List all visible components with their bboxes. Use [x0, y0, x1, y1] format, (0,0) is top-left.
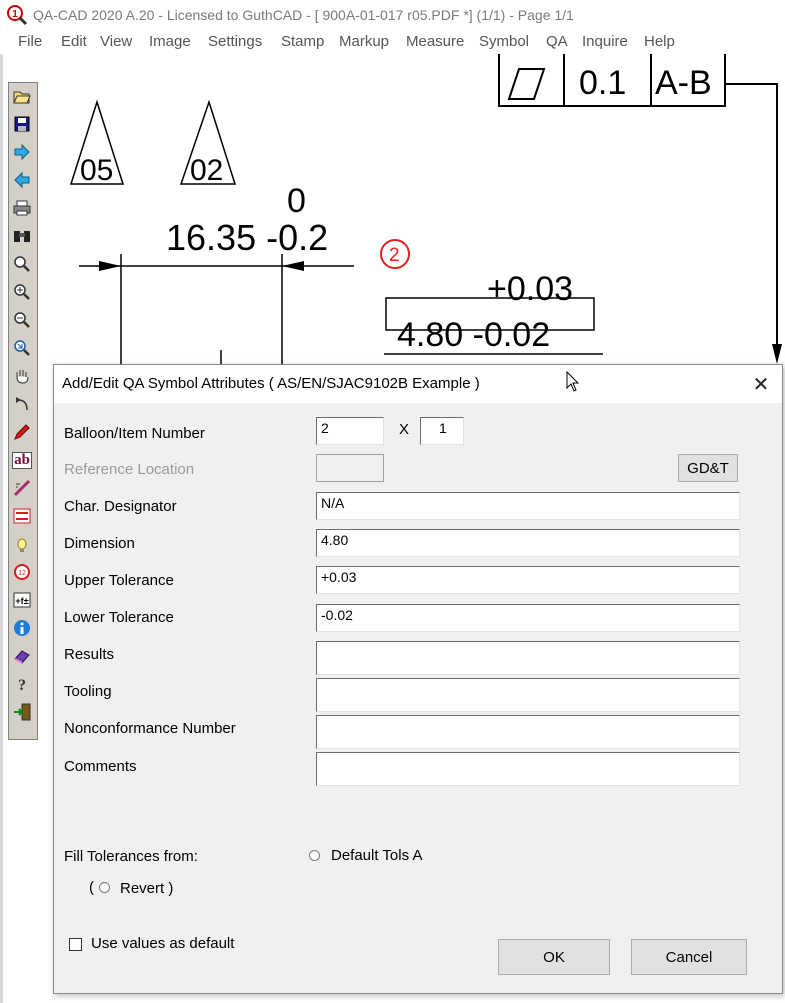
- flatness-symbol: [507, 68, 546, 100]
- tolerance-icon[interactable]: +f±: [11, 589, 33, 611]
- revert-radio[interactable]: [99, 882, 110, 893]
- zoom-icon[interactable]: [11, 253, 33, 275]
- info-icon[interactable]: [11, 617, 33, 639]
- char-designator-label: Char. Designator: [64, 498, 177, 515]
- menu-markup[interactable]: Markup: [339, 33, 389, 50]
- svg-text:1: 1: [12, 9, 18, 20]
- print-icon[interactable]: [11, 197, 33, 219]
- menu-symbol[interactable]: Symbol: [479, 33, 529, 50]
- default-tols-radio[interactable]: [309, 850, 320, 861]
- svg-text:?: ?: [18, 677, 26, 693]
- fcf-datum: A-B: [655, 64, 712, 102]
- cancel-button[interactable]: Cancel: [631, 939, 747, 975]
- revert-label: Revert ): [120, 880, 174, 897]
- pen-icon[interactable]: [11, 421, 33, 443]
- menu-view[interactable]: View: [100, 33, 132, 50]
- pan-hand-icon[interactable]: [11, 365, 33, 387]
- dim-arrow-left: [99, 261, 121, 271]
- revert-open-paren: (: [89, 879, 94, 896]
- svg-text:+f±: +f±: [15, 596, 28, 606]
- qa-attributes-dialog: Add/Edit QA Symbol Attributes ( AS/EN/SJ…: [53, 364, 783, 994]
- undo-icon[interactable]: [11, 393, 33, 415]
- reference-location-label: Reference Location: [64, 461, 195, 478]
- balloon-number-field[interactable]: 2: [316, 417, 384, 445]
- eraser-icon[interactable]: [11, 645, 33, 667]
- fcf-tolerance: 0.1: [579, 64, 626, 102]
- close-icon: ✕: [752, 373, 770, 396]
- dialog-title: Add/Edit QA Symbol Attributes ( AS/EN/SJ…: [62, 375, 480, 392]
- menu-measure[interactable]: Measure: [406, 33, 464, 50]
- menu-help[interactable]: Help: [644, 33, 675, 50]
- close-button[interactable]: ✕: [746, 369, 776, 399]
- lower-tolerance-field[interactable]: -0.02: [316, 604, 740, 632]
- svg-text:12: 12: [18, 570, 26, 577]
- use-default-label: Use values as default: [91, 935, 235, 952]
- menu-image[interactable]: Image: [149, 33, 191, 50]
- exit-icon[interactable]: [11, 701, 33, 723]
- stamp-icon[interactable]: [11, 505, 33, 527]
- dimension-label: Dimension: [64, 535, 135, 552]
- drawing-canvas[interactable]: 0.1 A-B 05 02 0 16.35 -0.2 2 +0.03 4.80 …: [39, 54, 785, 364]
- char-designator-field[interactable]: N/A: [316, 492, 740, 520]
- zoom-extents-icon[interactable]: [11, 337, 33, 359]
- menu-edit[interactable]: Edit: [61, 33, 87, 50]
- arrow-right-icon[interactable]: [11, 141, 33, 163]
- menu-bar: File Edit View Image Settings Stamp Mark…: [0, 30, 785, 54]
- nonconformance-field[interactable]: [316, 715, 740, 749]
- binoculars-icon[interactable]: [11, 225, 33, 247]
- gdt-button[interactable]: GD&T: [678, 454, 738, 482]
- measure-icon[interactable]: [11, 477, 33, 499]
- help-icon[interactable]: ?: [11, 673, 33, 695]
- window-border: [0, 54, 3, 1003]
- boxed-upper-tolerance: +0.03: [487, 270, 573, 308]
- reference-location-field: [316, 454, 384, 482]
- leader-arrow: [772, 344, 782, 364]
- title-bar: 1 QA-CAD 2020 A.20 - Licensed to GuthCAD…: [0, 0, 785, 30]
- text-ab-icon[interactable]: ab: [11, 449, 33, 471]
- revision-triangle-02-label: 02: [190, 154, 223, 187]
- menu-stamp[interactable]: Stamp: [281, 33, 324, 50]
- use-default-checkbox[interactable]: [69, 938, 82, 951]
- open-folder-icon[interactable]: [11, 85, 33, 107]
- results-label: Results: [64, 646, 115, 663]
- results-field[interactable]: [316, 641, 740, 675]
- menu-file[interactable]: File: [18, 33, 42, 50]
- menu-settings[interactable]: Settings: [208, 33, 262, 50]
- save-icon[interactable]: [11, 113, 33, 135]
- zoom-in-icon[interactable]: [11, 281, 33, 303]
- qa-balloon-number: 2: [389, 245, 400, 266]
- qa-cad-app-icon: 1: [7, 5, 28, 26]
- dim-upper-tolerance: 0: [287, 182, 306, 220]
- tooling-label: Tooling: [64, 683, 112, 700]
- dimension-field[interactable]: 4.80: [316, 529, 740, 557]
- upper-tolerance-label: Upper Tolerance: [64, 572, 174, 589]
- dim-arrow-right: [282, 261, 304, 271]
- boxed-dimension: 4.80 -0.02: [397, 316, 550, 354]
- zoom-out-icon[interactable]: [11, 309, 33, 331]
- comments-field[interactable]: [316, 752, 740, 786]
- dim-value: 16.35 -0.2: [166, 217, 328, 258]
- menu-inquire[interactable]: Inquire: [582, 33, 628, 50]
- default-tols-label: Default Tols A: [331, 847, 423, 864]
- lower-tolerance-label: Lower Tolerance: [64, 609, 174, 626]
- arrow-left-icon[interactable]: [11, 169, 33, 191]
- revision-triangle-05-label: 05: [80, 154, 113, 187]
- nonconformance-label: Nonconformance Number: [64, 720, 236, 737]
- tooling-field[interactable]: [316, 678, 740, 712]
- ok-button[interactable]: OK: [498, 939, 610, 975]
- upper-tolerance-field[interactable]: +0.03: [316, 566, 740, 594]
- comments-label: Comments: [64, 758, 137, 775]
- multiplier-x-label: X: [399, 421, 410, 438]
- bulb-icon[interactable]: [11, 533, 33, 555]
- leader-line: [725, 83, 778, 354]
- menu-qa[interactable]: QA: [546, 33, 568, 50]
- balloon-number-label: Balloon/Item Number: [64, 425, 205, 442]
- item-count-field[interactable]: 1: [420, 417, 464, 445]
- dialog-title-bar: Add/Edit QA Symbol Attributes ( AS/EN/SJ…: [54, 365, 782, 403]
- mouse-cursor-icon: [566, 371, 580, 392]
- window-title: QA-CAD 2020 A.20 - Licensed to GuthCAD -…: [33, 7, 574, 23]
- balloon-icon[interactable]: 12: [11, 561, 33, 583]
- fill-tolerances-label: Fill Tolerances from:: [64, 848, 198, 865]
- left-toolbar: ab 12 +f± ?: [8, 82, 38, 740]
